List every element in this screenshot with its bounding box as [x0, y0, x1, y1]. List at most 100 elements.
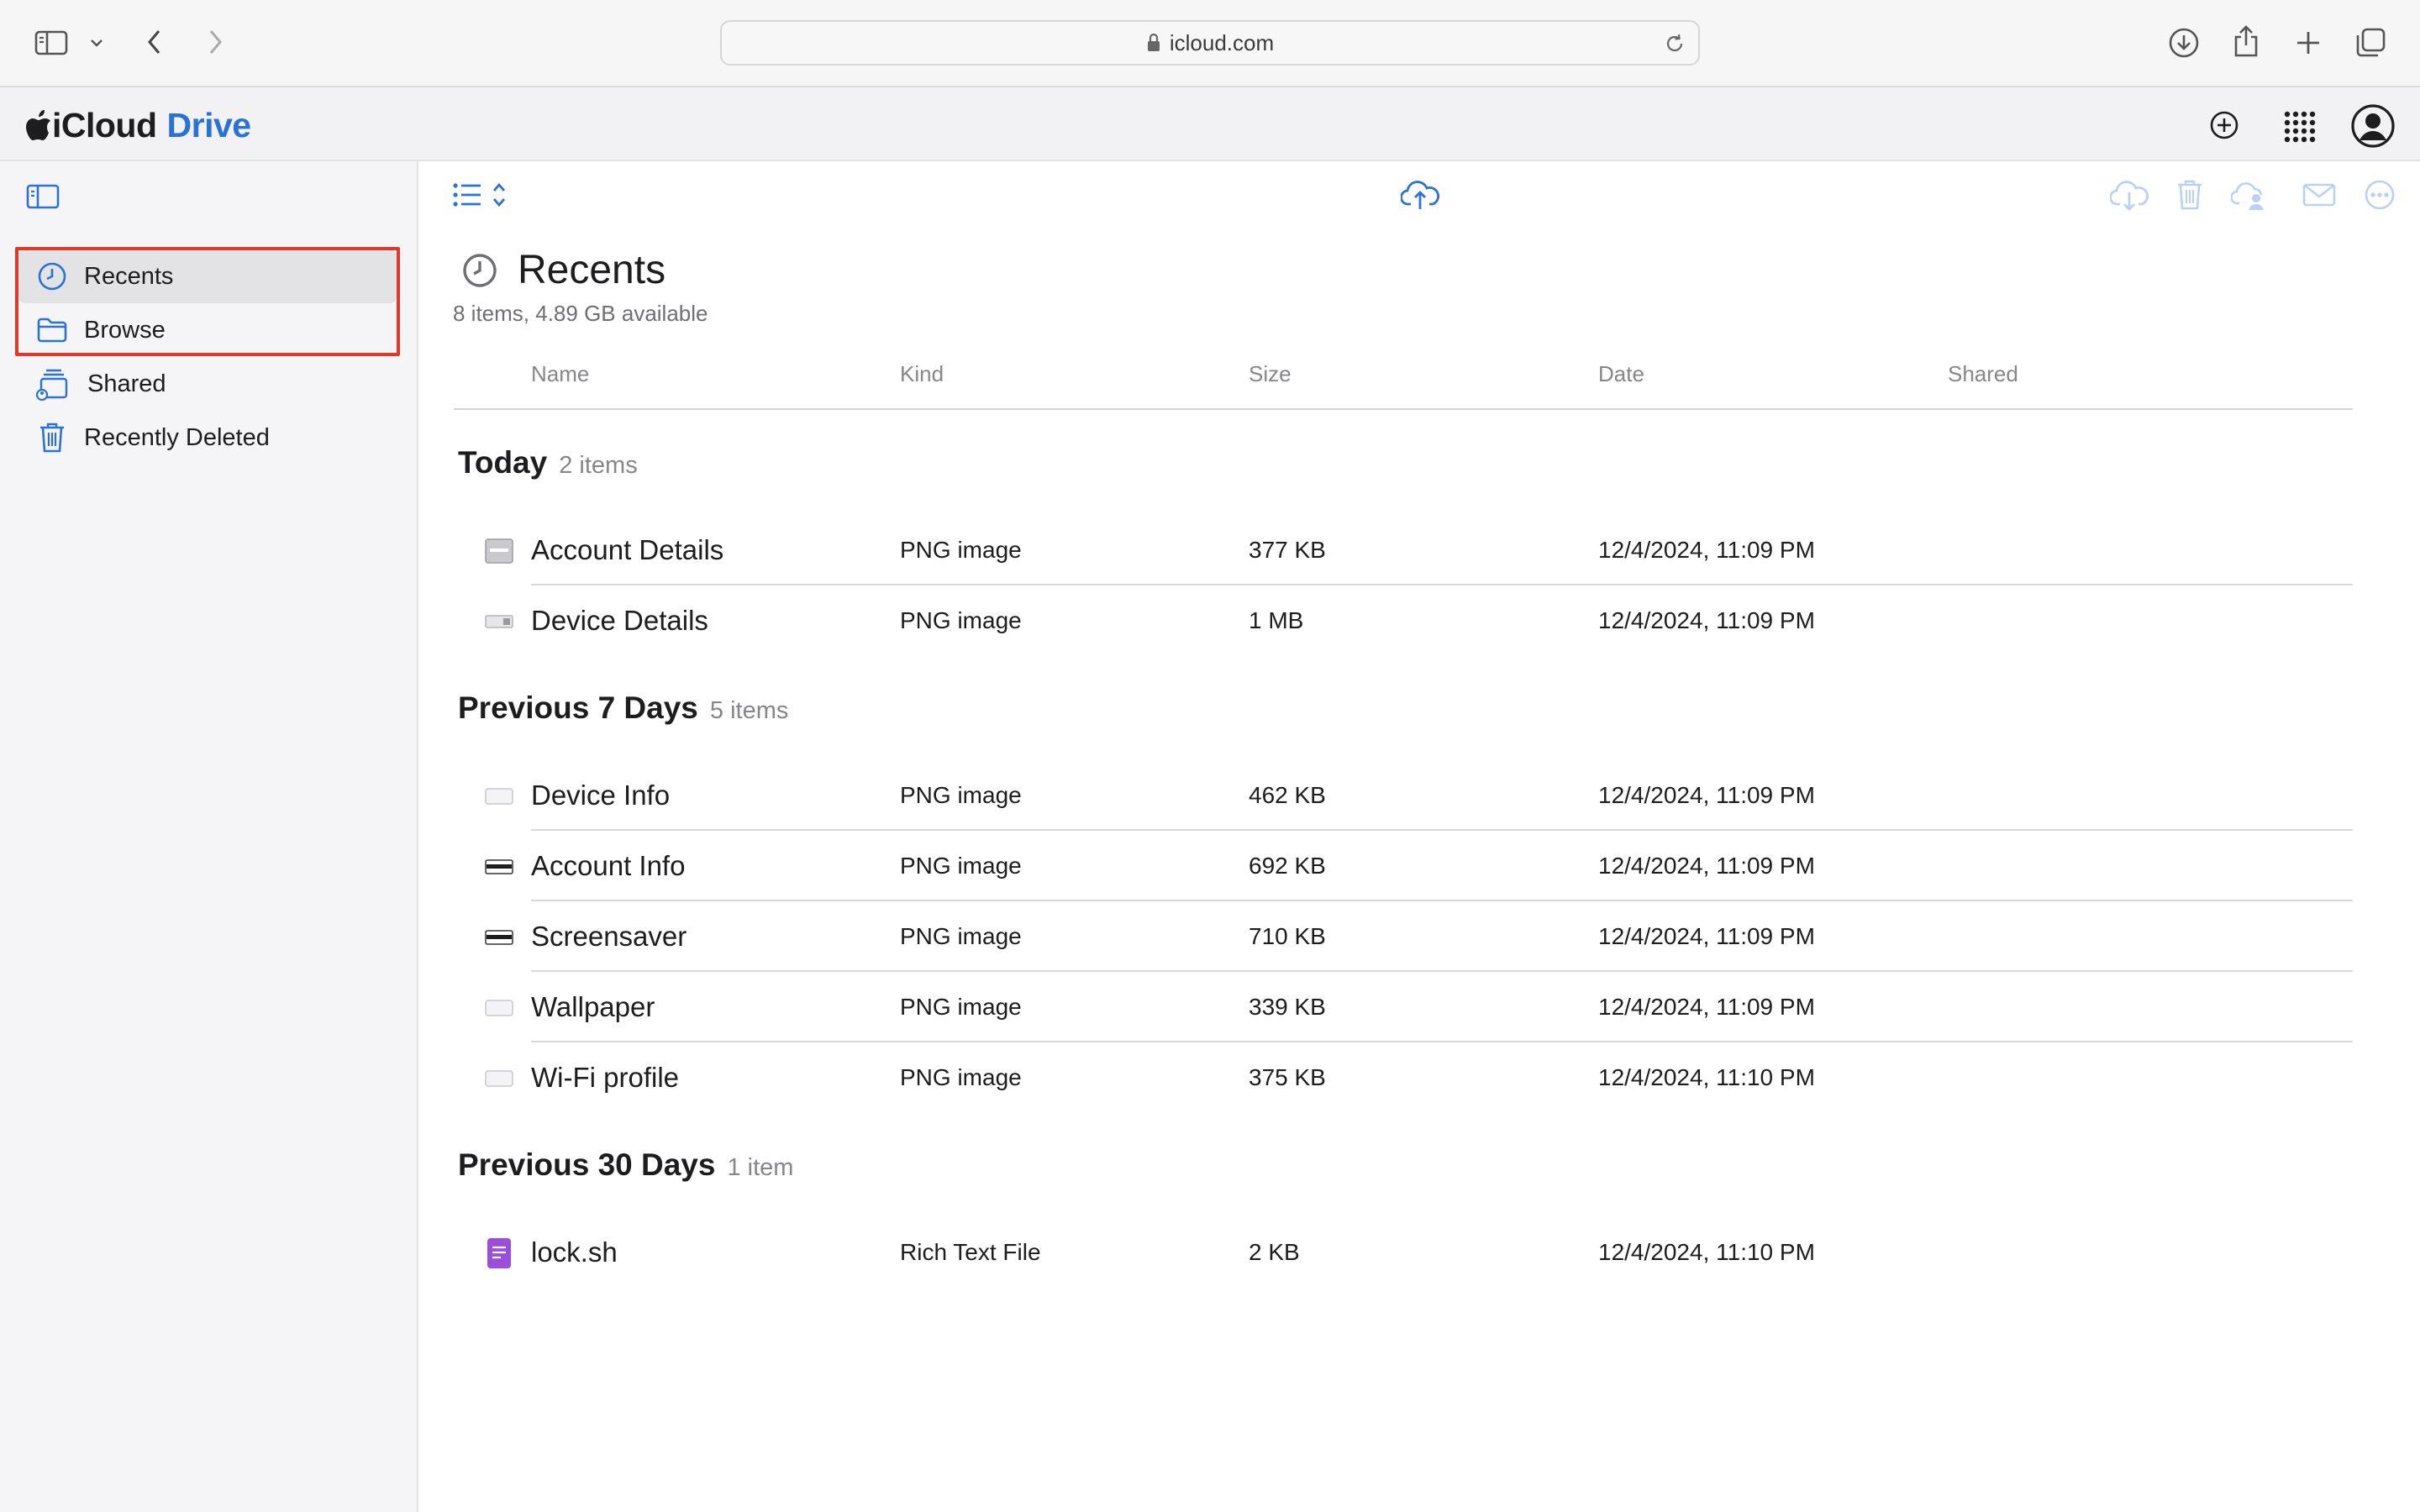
file-size: 2 KB [1249, 1239, 1300, 1265]
account-button[interactable] [2349, 102, 2396, 150]
add-button[interactable] [2207, 108, 2242, 143]
file-name: lock.sh [531, 1236, 618, 1268]
column-header-size[interactable]: Size [1249, 361, 1292, 387]
file-date: 12/4/2024, 11:10 PM [1598, 1239, 1815, 1265]
file-name: Screensaver [531, 921, 687, 952]
more-options-button[interactable] [2361, 176, 2398, 213]
group-name: Previous 30 Days [458, 1147, 716, 1182]
file-size: 1 MB [1249, 607, 1304, 633]
table-row[interactable]: Device Details PNG image 1 MB 12/4/2024,… [454, 585, 2353, 656]
clock-icon [463, 253, 497, 287]
new-tab-button[interactable] [2291, 25, 2326, 60]
apple-logo-icon [26, 109, 50, 140]
app-header: iCloud Drive [0, 87, 2420, 161]
file-name: Wi-Fi profile [531, 1062, 680, 1093]
app-name-drive: Drive [166, 106, 252, 144]
file-size: 339 KB [1249, 994, 1326, 1020]
file-name: Device Info [531, 780, 671, 811]
file-size: 377 KB [1249, 537, 1326, 563]
png-thumbnail-icon [485, 994, 513, 1022]
png-thumbnail-icon [485, 782, 513, 811]
sidebar-toggle-button[interactable] [32, 24, 71, 62]
back-button[interactable] [139, 24, 170, 60]
app-logo[interactable]: iCloud Drive [25, 106, 251, 145]
app-name-icloud: iCloud [52, 106, 157, 144]
png-thumbnail-icon [485, 853, 513, 881]
cloud-upload-icon [1401, 181, 1439, 209]
download-file-button[interactable] [2109, 176, 2149, 213]
upload-button[interactable] [1400, 176, 1440, 213]
sidebar-item-recents[interactable]: Recents [18, 249, 397, 303]
file-kind: PNG image [900, 537, 1022, 563]
group-count: 1 item [727, 1154, 794, 1181]
file-date: 12/4/2024, 11:10 PM [1598, 1064, 1815, 1090]
plus-circle-icon [2210, 111, 2238, 139]
sidebar: Recents Browse Shared Recently Deleted [0, 161, 418, 1512]
file-name: Account Info [531, 850, 686, 881]
storage-summary: 8 items, 4.89 GB available [453, 301, 708, 326]
png-thumbnail-icon [485, 1064, 513, 1093]
sidebar-icon [26, 184, 60, 209]
group-name: Today [458, 445, 548, 480]
trash-icon [2178, 180, 2202, 210]
table-row[interactable]: Screensaver PNG image 710 KB 12/4/2024, … [454, 901, 2353, 972]
column-header-kind[interactable]: Kind [900, 361, 944, 387]
file-date: 12/4/2024, 11:09 PM [1598, 923, 1815, 949]
column-header-date[interactable]: Date [1598, 361, 1644, 387]
shared-folder-icon [35, 367, 69, 401]
share-icon [2234, 25, 2258, 57]
file-date: 12/4/2024, 11:09 PM [1598, 607, 1815, 633]
url-text: icloud.com [1169, 29, 1275, 55]
downloads-button[interactable] [2166, 25, 2202, 60]
group-name: Previous 7 Days [458, 690, 698, 725]
group-count: 2 items [559, 452, 638, 479]
column-header-name[interactable]: Name [531, 361, 589, 387]
address-bar[interactable]: icloud.com [720, 20, 1700, 66]
table-row[interactable]: Account Info PNG image 692 KB 12/4/2024,… [454, 831, 2353, 901]
document-icon [485, 1238, 513, 1268]
tab-overview-button[interactable] [2353, 25, 2388, 60]
column-header-shared[interactable]: Shared [1948, 361, 2018, 387]
table-row[interactable]: lock.sh Rich Text File 2 KB 12/4/2024, 1… [454, 1217, 2353, 1288]
collapse-sidebar-button[interactable] [24, 180, 62, 213]
clock-icon [35, 260, 69, 293]
view-options-button[interactable] [452, 178, 513, 212]
sidebar-icon [34, 30, 68, 55]
sidebar-item-recently-deleted[interactable]: Recently Deleted [18, 411, 397, 465]
plus-icon [2297, 32, 2319, 54]
share-file-button[interactable] [2230, 176, 2270, 213]
file-kind: PNG image [900, 1064, 1022, 1090]
file-kind: PNG image [900, 994, 1022, 1020]
file-kind: PNG image [900, 923, 1022, 949]
sidebar-item-shared[interactable]: Shared [18, 357, 397, 411]
share-button[interactable] [2228, 22, 2264, 60]
envelope-icon [2302, 183, 2336, 207]
table-row[interactable]: Wallpaper PNG image 339 KB 12/4/2024, 11… [454, 972, 2353, 1042]
group-count: 5 items [709, 697, 789, 724]
add-person-cloud-icon [2231, 182, 2264, 210]
png-thumbnail-icon [485, 607, 513, 636]
table-row[interactable]: Wi-Fi profile PNG image 375 KB 12/4/2024… [454, 1042, 2353, 1113]
folder-icon [35, 313, 69, 347]
group-header-previous-7-days: Previous 7 Days 5 items [458, 690, 788, 726]
page-title: Recents [518, 248, 666, 292]
table-row[interactable]: Account Details PNG image 377 KB 12/4/20… [454, 515, 2353, 585]
file-kind: Rich Text File [900, 1239, 1041, 1265]
app-launcher-button[interactable] [2281, 108, 2317, 144]
chevron-left-icon [148, 30, 160, 54]
forward-button[interactable] [200, 24, 230, 60]
table-row[interactable]: Device Info PNG image 462 KB 12/4/2024, … [454, 760, 2353, 831]
file-name: Device Details [531, 605, 708, 636]
reload-icon [1666, 34, 1683, 52]
delete-button[interactable] [2173, 176, 2207, 213]
download-icon [2169, 28, 2199, 58]
main-content: Recents 8 items, 4.89 GB available Name … [420, 161, 2420, 1512]
file-size: 692 KB [1249, 853, 1326, 879]
tab-group-dropdown[interactable] [86, 30, 108, 55]
trash-icon [35, 421, 69, 454]
group-header-previous-30-days: Previous 30 Days 1 item [458, 1147, 793, 1183]
email-button[interactable] [2299, 176, 2339, 213]
reload-button[interactable] [1661, 30, 1688, 57]
group-header-today: Today 2 items [458, 445, 638, 480]
sidebar-item-browse[interactable]: Browse [18, 303, 397, 357]
